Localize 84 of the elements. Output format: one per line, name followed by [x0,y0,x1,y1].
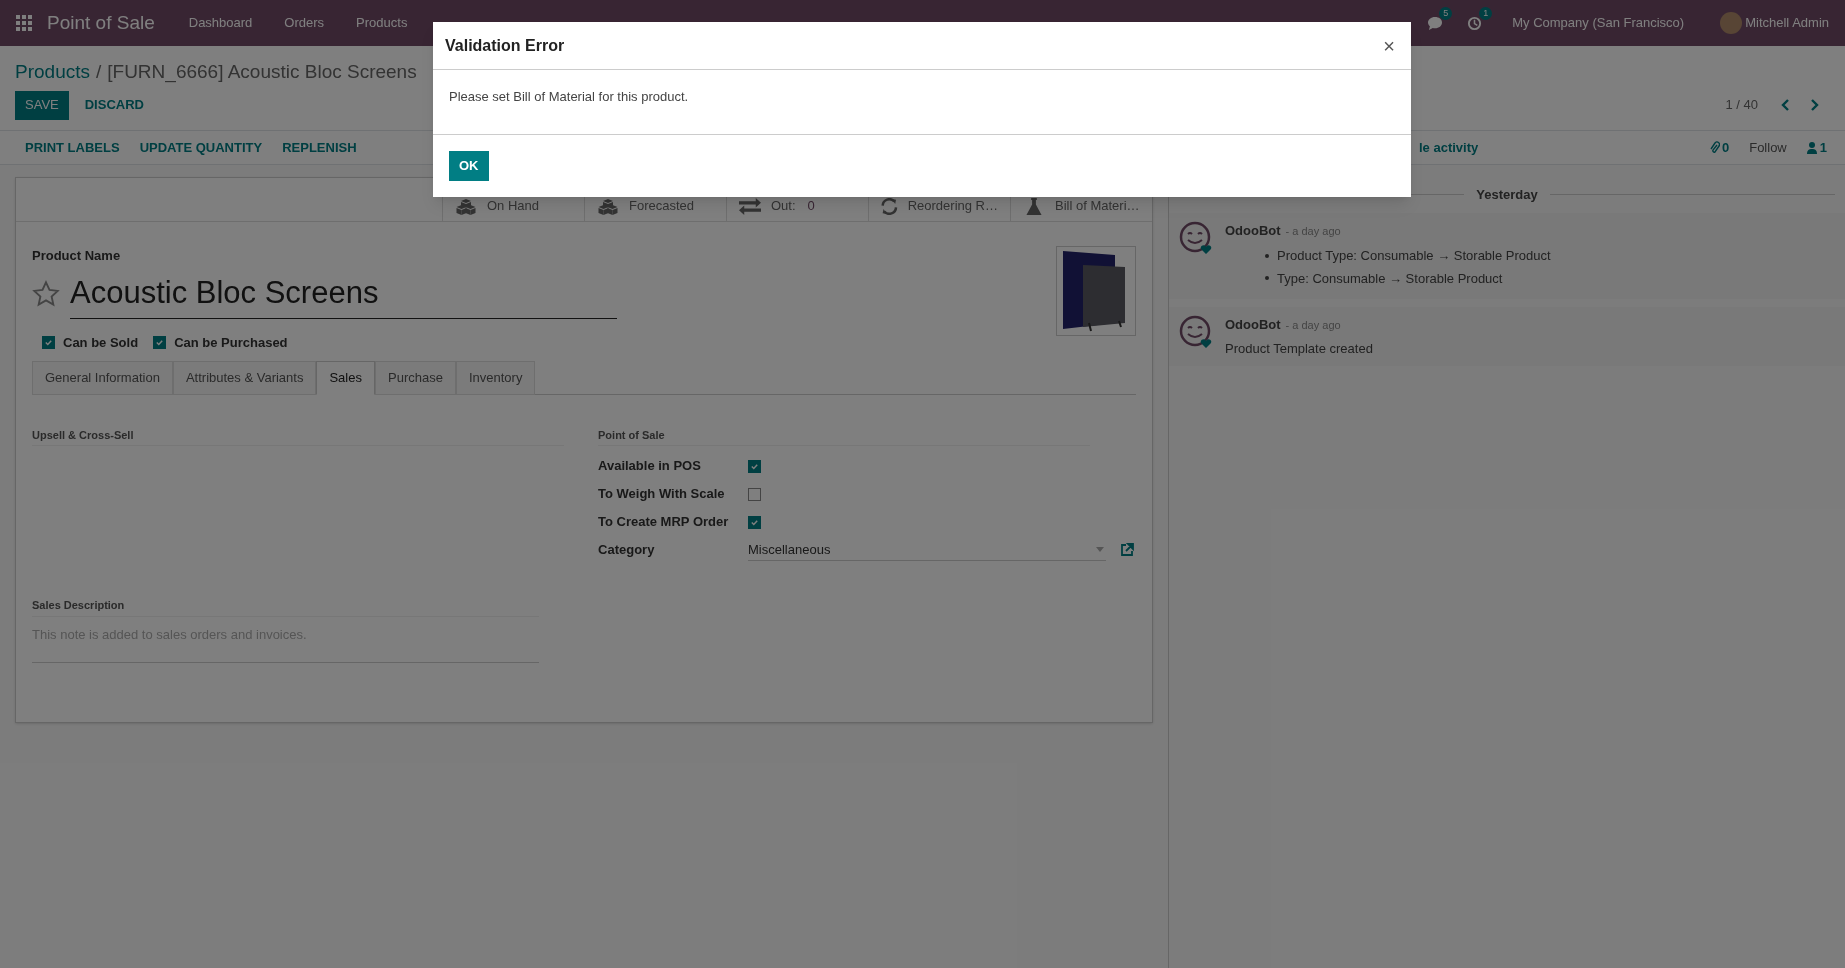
tab[interactable]: Inventory [455,360,536,395]
tab[interactable]: Sales [316,360,375,395]
star-icon[interactable] [32,280,60,309]
category-select[interactable]: Miscellaneous [748,539,1106,561]
action-button[interactable]: UPDATE QUANTITY [129,137,273,158]
checkbox-label: Can be Purchased [174,334,288,352]
dialog-title: Validation Error [445,35,565,56]
ok-button[interactable]: OK [449,151,489,181]
follow-button[interactable]: Follow [1749,137,1787,158]
field-label: Available in POS [598,457,702,476]
bullet-icon [1265,276,1269,281]
breadcrumb-current: [FURN_6666] Acoustic Bloc Screens [107,60,417,85]
checkmark-icon [44,338,53,348]
menu-item[interactable]: Products [340,13,424,33]
product-name-field[interactable]: Acoustic Bloc Screens [70,269,617,319]
count-badge: 1 [1479,6,1493,20]
arrows-icon [739,198,761,215]
company-switcher[interactable]: My Company (San Francisco) [1512,13,1685,33]
checkmark-icon [750,517,759,527]
action-button[interactable]: REPLENISH [272,137,367,158]
cubes-icon [597,198,619,215]
tab[interactable]: Purchase [375,360,456,395]
dialog-message: Please set Bill of Material for this product. [449,88,690,106]
field-label: To Create MRP Order [598,513,730,532]
checkbox[interactable] [748,459,761,473]
clock-icon [1467,15,1483,31]
followers-button[interactable]: 1 [1806,137,1827,158]
stat-label: Bill of Materi… [1055,196,1140,215]
field-label: To Weigh With Scale [598,485,726,504]
user-avatar [1720,12,1743,34]
message-author: OdooBot [1225,221,1281,240]
discard-button[interactable]: DISCARD [74,90,154,120]
checkbox-label: Can be Sold [63,334,139,352]
external-link-icon [1120,543,1134,557]
person-icon [1806,141,1817,154]
checkbox[interactable] [153,336,167,350]
smiley-icon [1179,315,1213,349]
section-title: Upsell & Cross-Sell [32,426,564,446]
message-body: Product Template created [1225,339,1373,358]
checkbox[interactable] [748,487,761,501]
stat-value: 0 [807,196,815,215]
count-badge: 5 [1439,6,1453,20]
messages-button[interactable] [1427,15,1444,31]
menu-item[interactable]: Orders [268,13,341,33]
stat-label: Reordering R… [907,196,998,215]
app-title[interactable]: Point of Sale [47,8,155,38]
checkmark-icon [155,338,165,348]
tracking-change: Type: Consumable → Storable Product [1277,269,1503,288]
app-grid-icon [15,14,33,32]
section-title: Sales Description [32,597,539,617]
save-button[interactable]: SAVE [15,90,69,120]
section-title: Point of Sale [598,426,1090,446]
paperclip-icon [1709,141,1720,154]
pager-value: 1 / 40 [1725,96,1758,115]
stat-label: Forecasted [629,196,695,215]
cubes-icon [455,198,477,215]
menu-item[interactable]: Dashboard [172,13,269,33]
message-author: OdooBot [1225,316,1281,334]
breadcrumb-link[interactable]: Products [15,58,90,87]
refresh-icon [881,198,898,215]
tab[interactable]: Attributes & Variants [172,360,317,395]
stat-label: Out: [771,196,796,215]
breadcrumb-separator: / [96,60,102,84]
chevron-left-icon [1780,98,1790,112]
checkmark-icon [750,461,759,471]
chat-icon [1427,15,1444,31]
tracking-change: Product Type: Consumable → Storable Product [1277,247,1551,265]
checkbox[interactable] [42,336,55,350]
attachments-button[interactable]: 0 [1709,137,1730,158]
field-label: Product Name [32,247,122,265]
smiley-icon [1179,220,1213,255]
tab[interactable]: General Information [32,360,173,395]
stat-label: On Hand [487,196,540,215]
chevron-right-icon [1810,98,1820,112]
field-label: Category [598,541,656,560]
action-button[interactable]: PRINT LABELS [15,137,130,158]
close-button[interactable]: × [1379,35,1399,56]
checkbox[interactable] [748,515,761,529]
activities-button[interactable] [1467,15,1483,31]
bullet-icon [1265,253,1269,258]
caret-icon [1096,547,1104,552]
user-menu[interactable]: Mitchell Admin [1745,13,1829,33]
schedule-activity-link[interactable]: le activity [1419,137,1479,158]
date-separator: Yesterday [1476,186,1538,204]
